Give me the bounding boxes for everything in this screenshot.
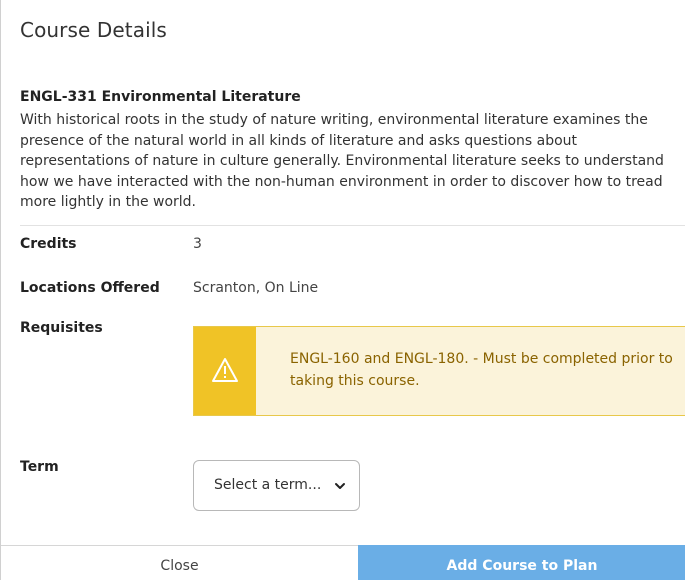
chevron-down-icon — [335, 483, 345, 489]
requisites-text: ENGL-160 and ENGL-180. - Must be complet… — [290, 351, 673, 389]
close-button[interactable]: Close — [1, 546, 358, 580]
course-details-dialog: Course Details ENGL-331 Environmental Li… — [0, 0, 685, 580]
dialog-title: Course Details — [20, 18, 167, 42]
locations-offered-label: Locations Offered — [20, 280, 160, 296]
term-select-value: Select a term... — [214, 477, 322, 493]
term-select[interactable]: Select a term... — [193, 460, 360, 511]
credits-label: Credits — [20, 236, 77, 252]
requisites-warning: ENGL-160 and ENGL-180. - Must be complet… — [193, 326, 685, 416]
course-heading: ENGL-331 Environmental Literature — [20, 89, 301, 105]
warning-triangle-icon — [212, 358, 238, 382]
requisites-label: Requisites — [20, 320, 103, 336]
warning-icon-box — [194, 327, 256, 415]
credits-value: 3 — [193, 236, 202, 252]
term-label: Term — [20, 459, 59, 475]
dialog-footer: Close Add Course to Plan — [1, 545, 685, 580]
add-course-to-plan-button[interactable]: Add Course to Plan — [358, 545, 685, 580]
course-description: With historical roots in the study of na… — [20, 112, 664, 210]
divider — [20, 225, 685, 226]
locations-offered-value: Scranton, On Line — [193, 280, 319, 296]
